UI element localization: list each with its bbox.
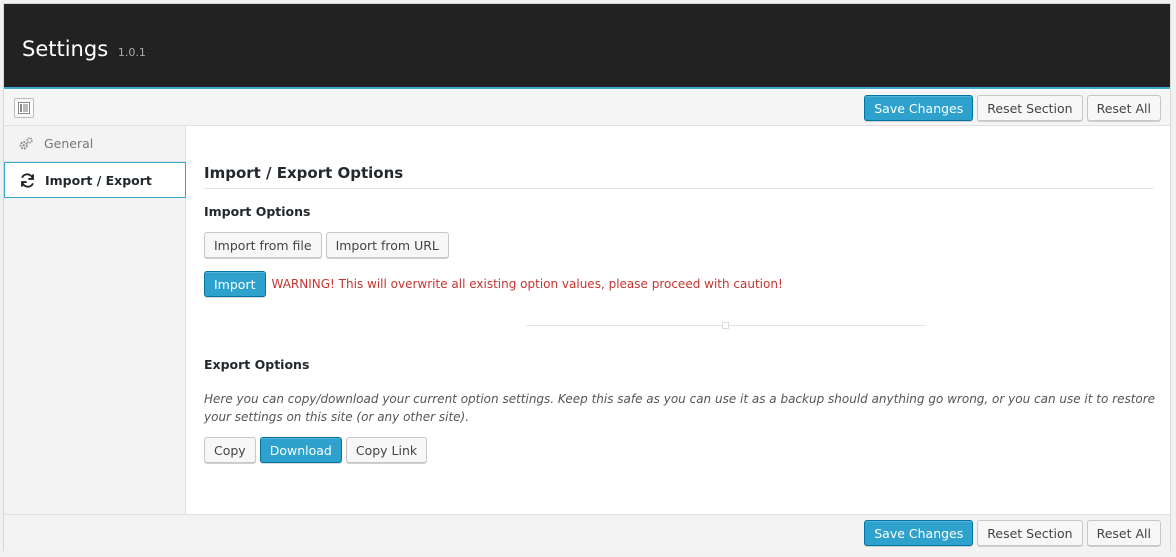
section-divider: [526, 322, 926, 329]
section-title: Import / Export Options: [204, 164, 1154, 189]
reset-section-button[interactable]: Reset Section: [977, 520, 1083, 546]
version-badge: 1.0.1: [117, 46, 146, 59]
import-warning: WARNING! This will overwrite all existin…: [271, 277, 783, 291]
export-description: Here you can copy/download your current …: [204, 392, 1156, 424]
save-changes-button[interactable]: Save Changes: [864, 520, 974, 546]
sidebar-item-label: General: [44, 136, 94, 151]
copy-link-button[interactable]: Copy Link: [345, 437, 428, 463]
sidebar-item-general[interactable]: General: [4, 126, 185, 162]
sidebar: General Import / Export: [4, 126, 186, 514]
divider-knot: [722, 322, 729, 329]
import-options-heading: Import Options: [204, 204, 311, 219]
download-button[interactable]: Download: [259, 437, 342, 463]
sidebar-item-label: Import / Export: [45, 172, 152, 188]
import-from-url-button[interactable]: Import from URL: [325, 232, 449, 258]
header: Settings 1.0.1: [4, 4, 1170, 89]
reset-all-button[interactable]: Reset All: [1086, 520, 1161, 546]
sidebar-item-import-export[interactable]: Import / Export: [4, 162, 186, 198]
main-content: Import / Export Options Import Options I…: [204, 126, 1155, 514]
import-button[interactable]: Import: [204, 271, 266, 297]
bottom-toolbar: Save Changes Reset Section Reset All: [4, 514, 1170, 551]
save-changes-button[interactable]: Save Changes: [864, 95, 974, 121]
top-toolbar: Save Changes Reset Section Reset All: [4, 91, 1170, 126]
page-title: Settings 1.0.1: [22, 37, 146, 61]
reset-all-button[interactable]: Reset All: [1086, 95, 1161, 121]
gears-icon: [17, 135, 35, 153]
title-text: Settings: [22, 37, 109, 61]
copy-button[interactable]: Copy: [204, 437, 256, 463]
expand-icon[interactable]: [14, 98, 34, 118]
settings-panel: Settings 1.0.1 Save Changes Reset Sectio…: [3, 3, 1171, 551]
reset-section-button[interactable]: Reset Section: [977, 95, 1083, 121]
export-options-heading: Export Options: [204, 357, 310, 372]
import-from-file-button[interactable]: Import from file: [204, 232, 322, 258]
refresh-icon: [18, 171, 36, 189]
